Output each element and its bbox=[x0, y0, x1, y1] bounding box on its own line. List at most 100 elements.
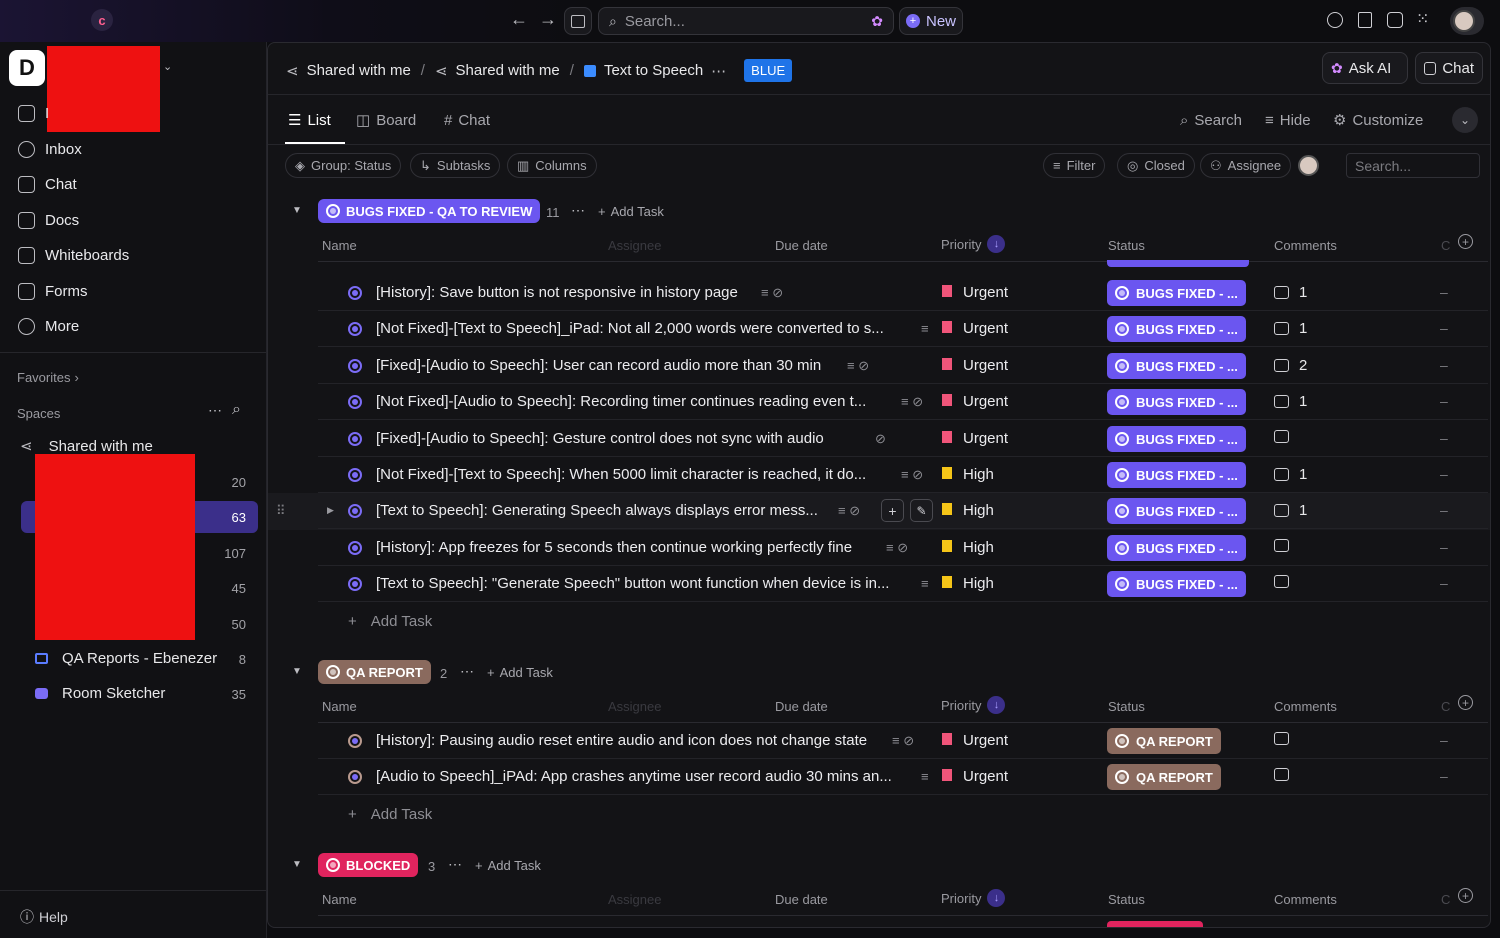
priority-label[interactable]: Urgent bbox=[963, 284, 1008, 301]
col-due[interactable]: Due date bbox=[775, 699, 828, 714]
more-dots-icon[interactable]: ⋯ bbox=[571, 202, 585, 219]
table-row[interactable]: [Not Fixed]-[Text to Speech]: When 5000 … bbox=[318, 457, 1488, 493]
col-c[interactable]: C bbox=[1441, 238, 1450, 253]
add-task-row[interactable]: + Add Task bbox=[348, 613, 432, 630]
status-ring-icon[interactable] bbox=[348, 468, 362, 482]
comment-count[interactable]: 1 bbox=[1274, 466, 1307, 483]
breadcrumb-shared-2[interactable]: Shared with me bbox=[456, 62, 560, 79]
forward-arrow-icon[interactable]: → bbox=[537, 9, 559, 30]
sidebar-item-chat[interactable]: Chat bbox=[18, 169, 77, 199]
sidebar-item-forms[interactable]: Forms bbox=[18, 276, 88, 306]
status-pill[interactable]: BUGS FIXED - ... bbox=[1107, 571, 1246, 597]
task-name[interactable]: [History]: Save button is not responsive… bbox=[376, 284, 738, 301]
add-column-icon[interactable]: + bbox=[1458, 888, 1473, 903]
tab-list[interactable]: ☰ List bbox=[288, 109, 331, 131]
calendar-button[interactable] bbox=[564, 7, 592, 35]
task-name[interactable]: [Fixed]-[Audio to Speech]: User can reco… bbox=[376, 357, 821, 374]
sidebar-space-qa-reports[interactable]: QA Reports - Ebenezer bbox=[35, 650, 217, 667]
table-row[interactable]: [History]: Save button is not responsive… bbox=[318, 275, 1488, 311]
col-assignee[interactable]: Assignee bbox=[608, 699, 661, 714]
alarm-clock-icon[interactable] bbox=[1387, 12, 1403, 28]
collapse-group-icon[interactable]: ▼ bbox=[292, 205, 302, 216]
status-pill[interactable]: QA REPORT bbox=[1107, 728, 1221, 754]
group-badge-blocked[interactable]: BLOCKED bbox=[318, 853, 419, 877]
comment-count[interactable]: 1 bbox=[1274, 393, 1307, 410]
table-row[interactable]: [History]: Pausing audio reset entire au… bbox=[318, 723, 1488, 759]
task-name[interactable]: [Not Fixed]-[Text to Speech]: When 5000 … bbox=[376, 466, 866, 483]
status-pill[interactable]: BUGS FIXED - ... bbox=[1107, 389, 1246, 415]
list-search-input[interactable]: Search... bbox=[1346, 153, 1480, 178]
comment-count[interactable] bbox=[1274, 539, 1299, 552]
table-row[interactable]: [Text to Speech]: "Generate Speech" butt… bbox=[318, 566, 1488, 602]
closed-chip[interactable]: ◎ Closed bbox=[1117, 153, 1195, 178]
comment-count[interactable] bbox=[1274, 732, 1299, 745]
group-add-task-button[interactable]: + Add Task bbox=[475, 858, 541, 873]
priority-label[interactable]: Urgent bbox=[963, 732, 1008, 749]
priority-label[interactable]: Urgent bbox=[963, 357, 1008, 374]
task-name[interactable]: [History]: App freezes for 5 seconds the… bbox=[376, 539, 852, 556]
status-ring-icon[interactable] bbox=[348, 286, 362, 300]
status-ring-icon[interactable] bbox=[348, 504, 362, 518]
search-icon[interactable]: ⌕ bbox=[232, 401, 241, 419]
task-name[interactable]: [Not Fixed]-[Audio to Speech]: Recording… bbox=[376, 393, 866, 410]
table-row[interactable]: [History]: App freezes for 5 seconds the… bbox=[318, 530, 1488, 566]
status-ring-icon[interactable] bbox=[348, 734, 362, 748]
add-column-icon[interactable]: + bbox=[1458, 234, 1473, 249]
chevron-down-icon[interactable]: ⌄ bbox=[163, 60, 172, 73]
group-add-task-button[interactable]: + Add Task bbox=[487, 665, 553, 680]
group-badge-bugs-fixed[interactable]: BUGS FIXED - QA TO REVIEW bbox=[318, 199, 541, 223]
comment-count[interactable]: 1 bbox=[1274, 502, 1307, 519]
col-assignee[interactable]: Assignee bbox=[608, 892, 661, 907]
search-input[interactable]: ⌕ Search... ✿ bbox=[598, 7, 894, 35]
col-name[interactable]: Name bbox=[322, 238, 357, 253]
add-column-icon[interactable]: + bbox=[1458, 695, 1473, 710]
add-subtask-button[interactable]: + bbox=[881, 499, 904, 522]
comment-count[interactable] bbox=[1274, 575, 1299, 588]
status-ring-icon[interactable] bbox=[348, 770, 362, 784]
sidebar-item-more[interactable]: More bbox=[18, 311, 79, 341]
task-name[interactable]: [History]: Pausing audio reset entire au… bbox=[376, 732, 867, 749]
col-due[interactable]: Due date bbox=[775, 238, 828, 253]
status-ring-icon[interactable] bbox=[348, 395, 362, 409]
priority-label[interactable]: Urgent bbox=[963, 320, 1008, 337]
table-row[interactable]: [Not Fixed]-[Text to Speech]_iPad: Not a… bbox=[318, 311, 1488, 347]
collapse-group-icon[interactable]: ▼ bbox=[292, 666, 302, 677]
group-status-chip[interactable]: ◈ Group: Status bbox=[285, 153, 402, 178]
assignee-chip[interactable]: ⚇ Assignee bbox=[1200, 153, 1292, 178]
new-button[interactable]: + New bbox=[899, 7, 963, 35]
ask-ai-button[interactable]: ✿ Ask AI bbox=[1322, 52, 1408, 84]
blue-badge[interactable]: BLUE bbox=[744, 59, 793, 82]
comment-count[interactable] bbox=[1274, 430, 1299, 443]
apps-grid-icon[interactable]: ⁙ bbox=[1416, 9, 1429, 29]
priority-label[interactable]: Urgent bbox=[963, 768, 1008, 785]
col-status[interactable]: Status bbox=[1108, 892, 1145, 907]
ai-sparkle-icon[interactable]: ✿ bbox=[871, 13, 883, 30]
comment-count[interactable]: 2 bbox=[1274, 357, 1307, 374]
task-name[interactable]: [Text to Speech]: "Generate Speech" butt… bbox=[376, 575, 889, 592]
col-assignee[interactable]: Assignee bbox=[608, 238, 661, 253]
more-dots-icon[interactable]: ⋯ bbox=[711, 62, 726, 80]
collapse-group-icon[interactable]: ▼ bbox=[292, 859, 302, 870]
table-row[interactable]: ▶ [Text to Speech]: Generating Speech al… bbox=[318, 493, 1488, 529]
more-dots-icon[interactable]: ⋯ bbox=[448, 856, 462, 873]
table-row[interactable]: [Not Fixed]-[Audio to Speech]: Recording… bbox=[318, 384, 1488, 420]
check-circle-icon[interactable] bbox=[1327, 12, 1343, 28]
add-task-row[interactable]: + Add Task bbox=[348, 806, 432, 823]
col-status[interactable]: Status bbox=[1108, 238, 1145, 253]
status-pill[interactable]: BUGS FIXED - ... bbox=[1107, 498, 1246, 524]
status-pill[interactable]: BUGS FIXED - ... bbox=[1107, 462, 1246, 488]
task-name[interactable]: [Not Fixed]-[Text to Speech]_iPad: Not a… bbox=[376, 320, 884, 337]
filter-chip[interactable]: ≡ Filter bbox=[1043, 153, 1106, 178]
table-row[interactable]: [Audio to Speech]_iPAd: App crashes anyt… bbox=[318, 759, 1488, 795]
task-name[interactable]: [Fixed]-[Audio to Speech]: Gesture contr… bbox=[376, 430, 824, 447]
priority-label[interactable]: Urgent bbox=[963, 430, 1008, 447]
more-dots-icon[interactable]: ⋯ bbox=[460, 663, 474, 680]
status-pill[interactable]: BUGS FIXED - ... bbox=[1107, 426, 1246, 452]
assignee-avatar[interactable] bbox=[1298, 155, 1319, 176]
task-name[interactable]: [Text to Speech]: Generating Speech alwa… bbox=[376, 502, 818, 519]
status-ring-icon[interactable] bbox=[348, 541, 362, 555]
workspace-avatar[interactable]: D bbox=[9, 50, 45, 86]
table-row[interactable]: [Fixed]-[Audio to Speech]: Gesture contr… bbox=[318, 421, 1488, 457]
priority-label[interactable]: High bbox=[963, 466, 994, 483]
priority-label[interactable]: High bbox=[963, 539, 994, 556]
